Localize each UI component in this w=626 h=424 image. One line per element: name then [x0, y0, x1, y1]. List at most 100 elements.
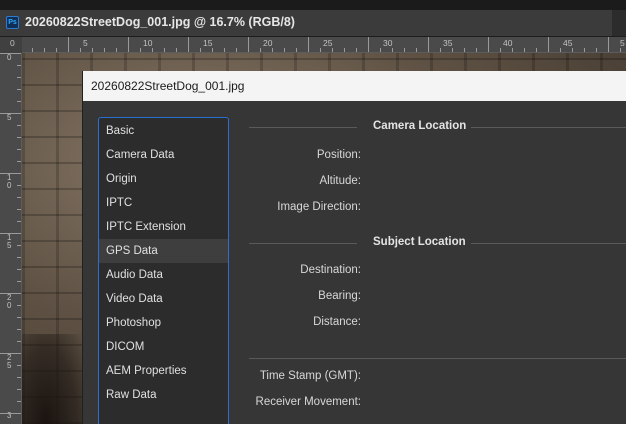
ruler-tick	[308, 37, 309, 52]
ruler-label: 25	[323, 38, 333, 48]
ruler-tick	[17, 377, 21, 378]
ruler-label: 30	[383, 38, 393, 48]
divider	[249, 127, 357, 128]
category-item-audio-data[interactable]: Audio Data	[99, 263, 228, 287]
ruler-tick	[92, 48, 93, 52]
ruler-tick	[608, 37, 609, 52]
category-item-aem-properties[interactable]: AEM Properties	[99, 359, 228, 383]
ruler-tick	[104, 48, 105, 52]
ruler-tick	[428, 37, 429, 52]
ruler-tick	[0, 293, 21, 294]
ruler-tick	[0, 353, 21, 354]
category-item-origin[interactable]: Origin	[99, 167, 228, 191]
section-divider	[249, 358, 626, 359]
ruler-tick	[17, 149, 21, 150]
category-item-iptc-extension[interactable]: IPTC Extension	[99, 215, 228, 239]
ruler-tick	[260, 48, 261, 52]
ruler-tick	[17, 221, 21, 222]
distance-label: Distance:	[313, 316, 361, 328]
ruler-label: 0	[7, 53, 12, 62]
ruler-tick	[272, 48, 273, 52]
ruler-tick	[17, 305, 21, 306]
position-label: Position:	[316, 149, 361, 161]
ruler-tick	[380, 48, 381, 52]
ruler-tick	[416, 48, 417, 52]
ruler-tick	[0, 233, 21, 234]
ruler-tick	[140, 48, 141, 52]
ruler-tick	[17, 161, 21, 162]
document-tab[interactable]: Ps 20260822StreetDog_001.jpg @ 16.7% (RG…	[0, 10, 612, 36]
ruler-label: 25	[7, 353, 12, 370]
ruler-tick	[17, 281, 21, 282]
ruler-tick	[32, 48, 33, 52]
ruler-label: 40	[503, 38, 513, 48]
ruler-label: 45	[563, 38, 573, 48]
ruler-label: 35	[443, 38, 453, 48]
ruler-tick	[17, 137, 21, 138]
ruler-tick	[284, 48, 285, 52]
subject-location-title: Subject Location	[373, 236, 466, 248]
canvas-shadow	[22, 334, 82, 424]
dialog-body: Basic Camera Data Origin IPTC IPTC Exten…	[83, 101, 626, 424]
app-title-strip	[0, 0, 626, 10]
ruler-tick	[0, 113, 21, 114]
ruler-tick	[224, 48, 225, 52]
ruler-tick	[368, 37, 369, 52]
receiver-movement-label: Receiver Movement:	[255, 396, 361, 408]
ruler-tick	[440, 48, 441, 52]
ruler-tick	[164, 48, 165, 52]
category-list[interactable]: Basic Camera Data Origin IPTC IPTC Exten…	[98, 117, 229, 424]
category-item-gps-data[interactable]: GPS Data	[99, 239, 228, 263]
category-item-photoshop[interactable]: Photoshop	[99, 311, 228, 335]
category-item-dicom[interactable]: DICOM	[99, 335, 228, 359]
ruler-label: 15	[203, 38, 213, 48]
category-item-raw-data[interactable]: Raw Data	[99, 383, 228, 407]
gps-data-panel: Camera Location Position: Altitude: Imag…	[249, 101, 626, 424]
time-stamp-label: Time Stamp (GMT):	[259, 370, 361, 382]
ruler-tick	[176, 48, 177, 52]
dialog-title: 20260822StreetDog_001.jpg	[91, 79, 245, 93]
category-item-basic[interactable]: Basic	[99, 119, 228, 143]
ruler-tick	[17, 401, 21, 402]
ruler-tick	[17, 269, 21, 270]
ruler-tick	[17, 77, 21, 78]
ruler-tick	[17, 101, 21, 102]
ruler-tick	[17, 245, 21, 246]
ruler-tick	[344, 48, 345, 52]
category-item-video-data[interactable]: Video Data	[99, 287, 228, 311]
vertical-ruler[interactable]: 0 5 10 15 20 25 3	[0, 53, 22, 424]
image-direction-label: Image Direction:	[277, 201, 361, 213]
ruler-label: 20	[263, 38, 273, 48]
ruler-tick	[17, 209, 21, 210]
ruler-tick	[0, 173, 21, 174]
subject-location-header: Subject Location	[249, 236, 626, 250]
horizontal-ruler[interactable]: 0 5 10 15 20 25 30 35 40 45 5	[10, 37, 626, 53]
dialog-titlebar[interactable]: 20260822StreetDog_001.jpg	[83, 71, 626, 101]
ruler-label: 20	[7, 293, 12, 310]
divider	[471, 243, 626, 244]
ruler-tick	[596, 48, 597, 52]
ruler-tick	[17, 185, 21, 186]
destination-label: Destination:	[300, 264, 361, 276]
ruler-tick	[548, 37, 549, 52]
ruler-tick	[0, 413, 21, 414]
ruler-tick	[17, 89, 21, 90]
ruler-label: 5	[620, 38, 625, 48]
ruler-tick	[404, 48, 405, 52]
ruler-tick	[128, 37, 129, 52]
ruler-tick	[512, 48, 513, 52]
ruler-tick	[236, 48, 237, 52]
ruler-tick	[356, 48, 357, 52]
ruler-tick	[44, 48, 45, 52]
photoshop-icon: Ps	[6, 16, 19, 29]
ruler-tick	[56, 48, 57, 52]
ruler-label: 0	[10, 38, 15, 48]
ruler-tick	[452, 48, 453, 52]
ruler-label: 10	[143, 38, 153, 48]
ruler-tick	[152, 48, 153, 52]
ruler-tick	[68, 37, 69, 52]
ruler-tick	[17, 329, 21, 330]
category-item-iptc[interactable]: IPTC	[99, 191, 228, 215]
category-item-camera-data[interactable]: Camera Data	[99, 143, 228, 167]
ruler-tick	[17, 257, 21, 258]
